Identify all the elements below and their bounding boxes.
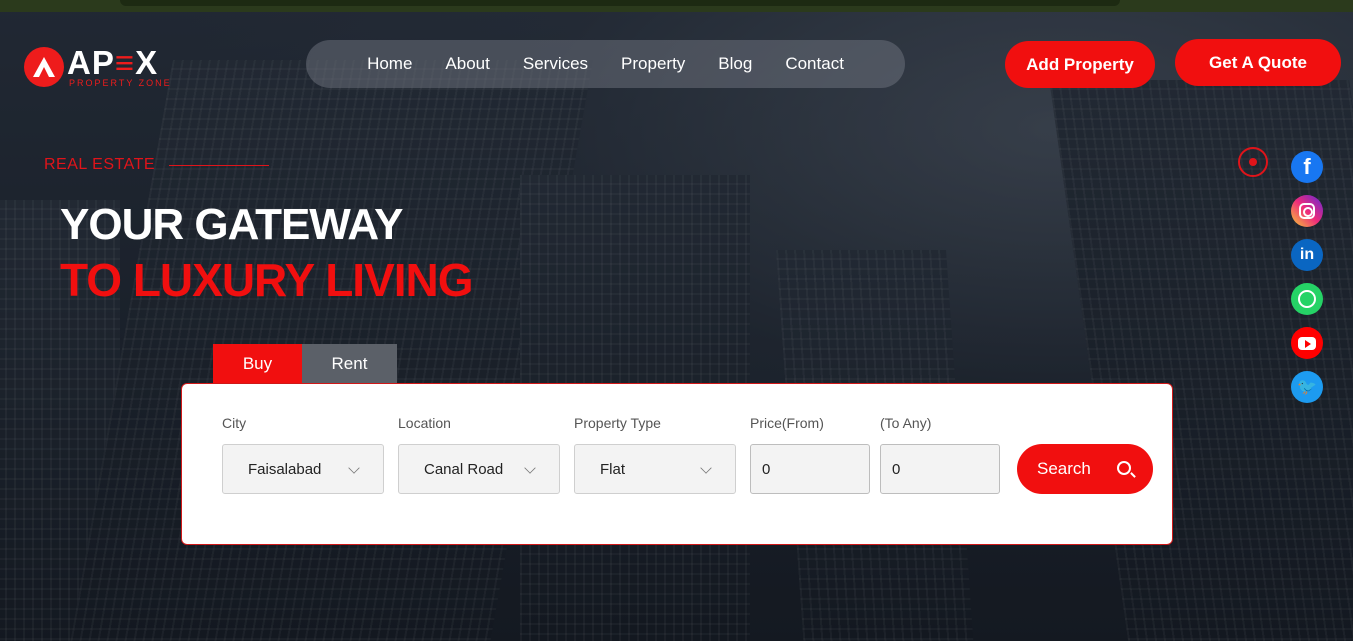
property-type-label: Property Type — [574, 415, 661, 431]
location-label: Location — [398, 415, 451, 431]
kicker-line — [169, 164, 270, 166]
youtube-icon[interactable] — [1291, 327, 1323, 359]
property-type-value: Flat — [600, 460, 626, 478]
price-to-input[interactable] — [880, 444, 1000, 494]
add-property-button[interactable]: Add Property — [1005, 41, 1155, 88]
location-select[interactable]: Canal Road — [398, 444, 560, 494]
chevron-down-icon — [524, 462, 536, 474]
browser-top-strip — [0, 0, 1353, 12]
kicker-text: REAL ESTATE — [44, 156, 156, 173]
nav-services[interactable]: Services — [523, 54, 588, 74]
facebook-icon[interactable]: f — [1291, 151, 1323, 183]
logo-tagline: PROPERTY ZONE — [69, 78, 172, 88]
nav-property[interactable]: Property — [621, 54, 685, 74]
city-label: City — [222, 415, 247, 431]
location-value: Canal Road — [424, 460, 504, 478]
price-from-label: Price(From) — [750, 415, 824, 431]
hero-kicker: REAL ESTATE — [44, 156, 270, 174]
search-icon — [1117, 461, 1131, 475]
search-button[interactable]: Search — [1017, 444, 1153, 494]
instagram-icon[interactable] — [1291, 195, 1323, 227]
price-from-input[interactable] — [750, 444, 870, 494]
price-to-label: (To Any) — [880, 415, 932, 431]
tab-buy[interactable]: Buy — [213, 344, 302, 384]
record-dot-icon[interactable] — [1238, 147, 1268, 177]
chevron-down-icon — [700, 462, 712, 474]
logo-mark-icon — [24, 47, 64, 87]
hero-title-line1: YOUR GATEWAY — [60, 200, 403, 249]
city-value: Faisalabad — [248, 460, 322, 478]
chevron-down-icon — [348, 462, 360, 474]
nav-home[interactable]: Home — [367, 54, 412, 74]
hero-title-line2: TO LUXURY LIVING — [60, 254, 474, 306]
logo-name: AP≡X — [67, 44, 159, 81]
get-quote-button[interactable]: Get A Quote — [1175, 39, 1341, 86]
search-button-label: Search — [1037, 459, 1091, 478]
tab-rent[interactable]: Rent — [302, 344, 397, 384]
logo-text: AP≡X PROPERTY ZONE — [67, 46, 172, 88]
whatsapp-icon[interactable] — [1291, 283, 1323, 315]
property-search-form: City Faisalabad Location Canal Road Prop… — [181, 383, 1173, 545]
twitter-icon[interactable]: 🐦 — [1291, 371, 1323, 403]
linkedin-icon[interactable]: in — [1291, 239, 1323, 271]
social-links: f in 🐦 — [1291, 151, 1323, 403]
nav-contact[interactable]: Contact — [785, 54, 844, 74]
nav-blog[interactable]: Blog — [718, 54, 752, 74]
property-type-select[interactable]: Flat — [574, 444, 736, 494]
site-logo[interactable]: AP≡X PROPERTY ZONE — [24, 46, 172, 88]
nav-about[interactable]: About — [445, 54, 489, 74]
main-nav: Home About Services Property Blog Contac… — [306, 40, 905, 88]
city-select[interactable]: Faisalabad — [222, 444, 384, 494]
